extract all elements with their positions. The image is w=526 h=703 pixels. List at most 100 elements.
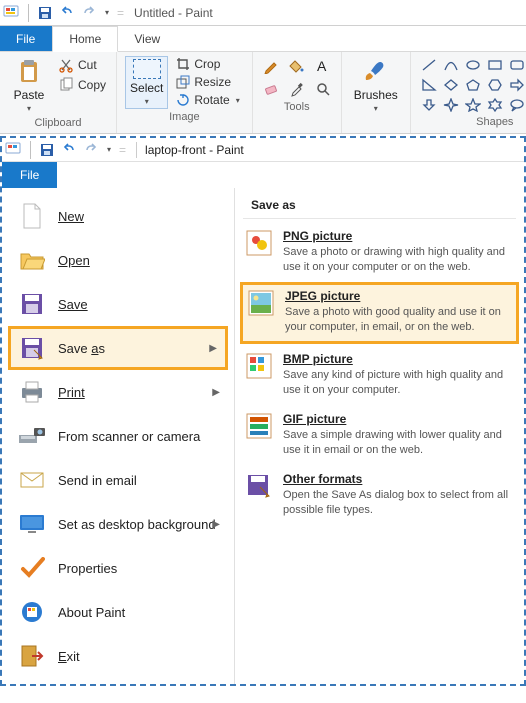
- menu-item-print[interactable]: Print ▶: [8, 370, 228, 414]
- shape-oval-icon[interactable]: [463, 56, 483, 74]
- file-tab[interactable]: File: [2, 162, 57, 188]
- picker-tool-icon[interactable]: [287, 79, 307, 99]
- menu-label-properties: Properties: [58, 561, 117, 576]
- text-tool-icon[interactable]: A: [313, 56, 333, 76]
- submenu-arrow-icon: ▶: [212, 387, 220, 398]
- paste-button[interactable]: Paste ▾: [8, 56, 50, 115]
- shape-roundrect-icon[interactable]: [507, 56, 526, 74]
- menu-item-email[interactable]: Send in email: [8, 458, 228, 502]
- undo-icon[interactable]: [61, 142, 77, 158]
- shape-5star-icon[interactable]: [463, 96, 483, 114]
- shape-4star-icon[interactable]: [441, 96, 461, 114]
- saveas-other[interactable]: Other formats Open the Save As dialog bo…: [243, 468, 516, 528]
- jpeg-icon: [247, 289, 275, 317]
- save-floppy-icon: [18, 290, 46, 318]
- about-paint-icon: [18, 598, 46, 626]
- brushes-button[interactable]: Brushes ▾: [350, 56, 402, 115]
- shape-callout-round-icon[interactable]: [507, 96, 526, 114]
- menu-label-new: New: [58, 209, 84, 224]
- shape-6star-icon[interactable]: [485, 96, 505, 114]
- qat-customize-icon[interactable]: ▾: [103, 8, 111, 17]
- group-brushes: Brushes ▾: [342, 52, 411, 133]
- shape-diamond-icon[interactable]: [441, 76, 461, 94]
- menu-label-email: Send in email: [58, 473, 137, 488]
- saveas-header: Save as: [243, 194, 516, 219]
- file-menu-window: ▾ = laptop-front - Paint File New Open: [0, 136, 526, 686]
- titlebar: ▾ = Untitled - Paint: [0, 0, 526, 26]
- other-desc: Open the Save As dialog box to select fr…: [283, 488, 514, 518]
- menu-item-desktop[interactable]: Set as desktop background ▶: [8, 502, 228, 546]
- menu-item-properties[interactable]: Properties: [8, 546, 228, 590]
- group-tools: A Tools: [253, 52, 342, 133]
- menu-item-exit[interactable]: Exit: [8, 634, 228, 678]
- group-image: Select ▾ Crop Resize Rotate ▾: [117, 52, 253, 133]
- other-formats-icon: [245, 472, 273, 500]
- brushes-label: Brushes: [354, 88, 398, 102]
- select-label: Select: [130, 81, 163, 95]
- menu-label-saveas: Save as: [58, 341, 105, 356]
- shape-pentagon-icon[interactable]: [463, 76, 483, 94]
- cut-button[interactable]: Cut: [56, 56, 108, 74]
- bmp-title: BMP picture: [283, 352, 514, 366]
- ribbon-tabs: File Home View: [0, 26, 526, 52]
- redo-icon[interactable]: [83, 142, 99, 158]
- shape-rect-icon[interactable]: [485, 56, 505, 74]
- saveas-jpeg[interactable]: JPEG picture Save a photo with good qual…: [240, 282, 519, 345]
- ribbon: Paste ▾ Cut Copy Clipboard: [0, 52, 526, 134]
- tab-file[interactable]: File: [0, 26, 52, 51]
- exit-icon: [18, 642, 46, 670]
- copy-button[interactable]: Copy: [56, 76, 108, 94]
- group-shapes: Shapes: [411, 52, 526, 133]
- save-icon[interactable]: [37, 5, 53, 21]
- shape-hexagon-icon[interactable]: [485, 76, 505, 94]
- chevron-down-icon: ▾: [25, 104, 33, 113]
- svg-text:A: A: [317, 58, 327, 74]
- qat-customize-icon[interactable]: ▾: [105, 145, 113, 154]
- saveas-png[interactable]: PNG picture Save a photo or drawing with…: [243, 225, 516, 285]
- menu-item-open[interactable]: Open: [8, 238, 228, 282]
- undo-icon[interactable]: [59, 5, 75, 21]
- menu-label-save: Save: [58, 297, 88, 312]
- save-icon[interactable]: [39, 142, 55, 158]
- redo-icon[interactable]: [81, 5, 97, 21]
- shape-arrow-down-icon[interactable]: [419, 96, 439, 114]
- menu-item-saveas[interactable]: Save as ▶: [8, 326, 228, 370]
- menu-label-about: About Paint: [58, 605, 125, 620]
- group-label-shapes: Shapes: [476, 116, 513, 130]
- menu-item-scanner[interactable]: From scanner or camera: [8, 414, 228, 458]
- bmp-desc: Save any kind of picture with high quali…: [283, 368, 514, 398]
- group-label-image: Image: [169, 111, 200, 125]
- shape-line-icon[interactable]: [419, 56, 439, 74]
- saveas-bmp[interactable]: BMP picture Save any kind of picture wit…: [243, 348, 516, 408]
- menu-item-new[interactable]: New: [8, 194, 228, 238]
- menu-item-about[interactable]: About Paint: [8, 590, 228, 634]
- tab-home[interactable]: Home: [52, 26, 118, 52]
- saveas-icon: [18, 334, 46, 362]
- pencil-tool-icon[interactable]: [261, 56, 281, 76]
- shape-right-triangle-icon[interactable]: [419, 76, 439, 94]
- eraser-tool-icon[interactable]: [261, 79, 281, 99]
- shape-arrow-right-icon[interactable]: [507, 76, 526, 94]
- paint-app-icon: [2, 142, 24, 158]
- fill-tool-icon[interactable]: [287, 56, 307, 76]
- saveas-gif[interactable]: GIF picture Save a simple drawing with l…: [243, 408, 516, 468]
- chevron-down-icon: ▾: [143, 97, 151, 106]
- shapes-gallery[interactable]: [419, 56, 526, 114]
- menu-label-scanner: From scanner or camera: [58, 429, 200, 444]
- tab-view[interactable]: View: [118, 26, 177, 51]
- select-button[interactable]: Select ▾: [125, 56, 168, 109]
- gif-desc: Save a simple drawing with lower quality…: [283, 428, 514, 458]
- resize-label: Resize: [194, 75, 231, 89]
- select-icon: [133, 59, 161, 79]
- submenu-arrow-icon: ▶: [209, 343, 217, 354]
- email-icon: [18, 466, 46, 494]
- menu-item-save[interactable]: Save: [8, 282, 228, 326]
- shape-curve-icon[interactable]: [441, 56, 461, 74]
- sub-titlebar: ▾ = laptop-front - Paint: [2, 138, 524, 162]
- resize-button[interactable]: Resize: [174, 74, 243, 90]
- crop-button[interactable]: Crop: [174, 56, 243, 72]
- rotate-button[interactable]: Rotate ▾: [174, 92, 243, 108]
- magnifier-tool-icon[interactable]: [313, 79, 333, 99]
- jpeg-desc: Save a photo with good quality and use i…: [285, 305, 512, 335]
- png-title: PNG picture: [283, 229, 514, 243]
